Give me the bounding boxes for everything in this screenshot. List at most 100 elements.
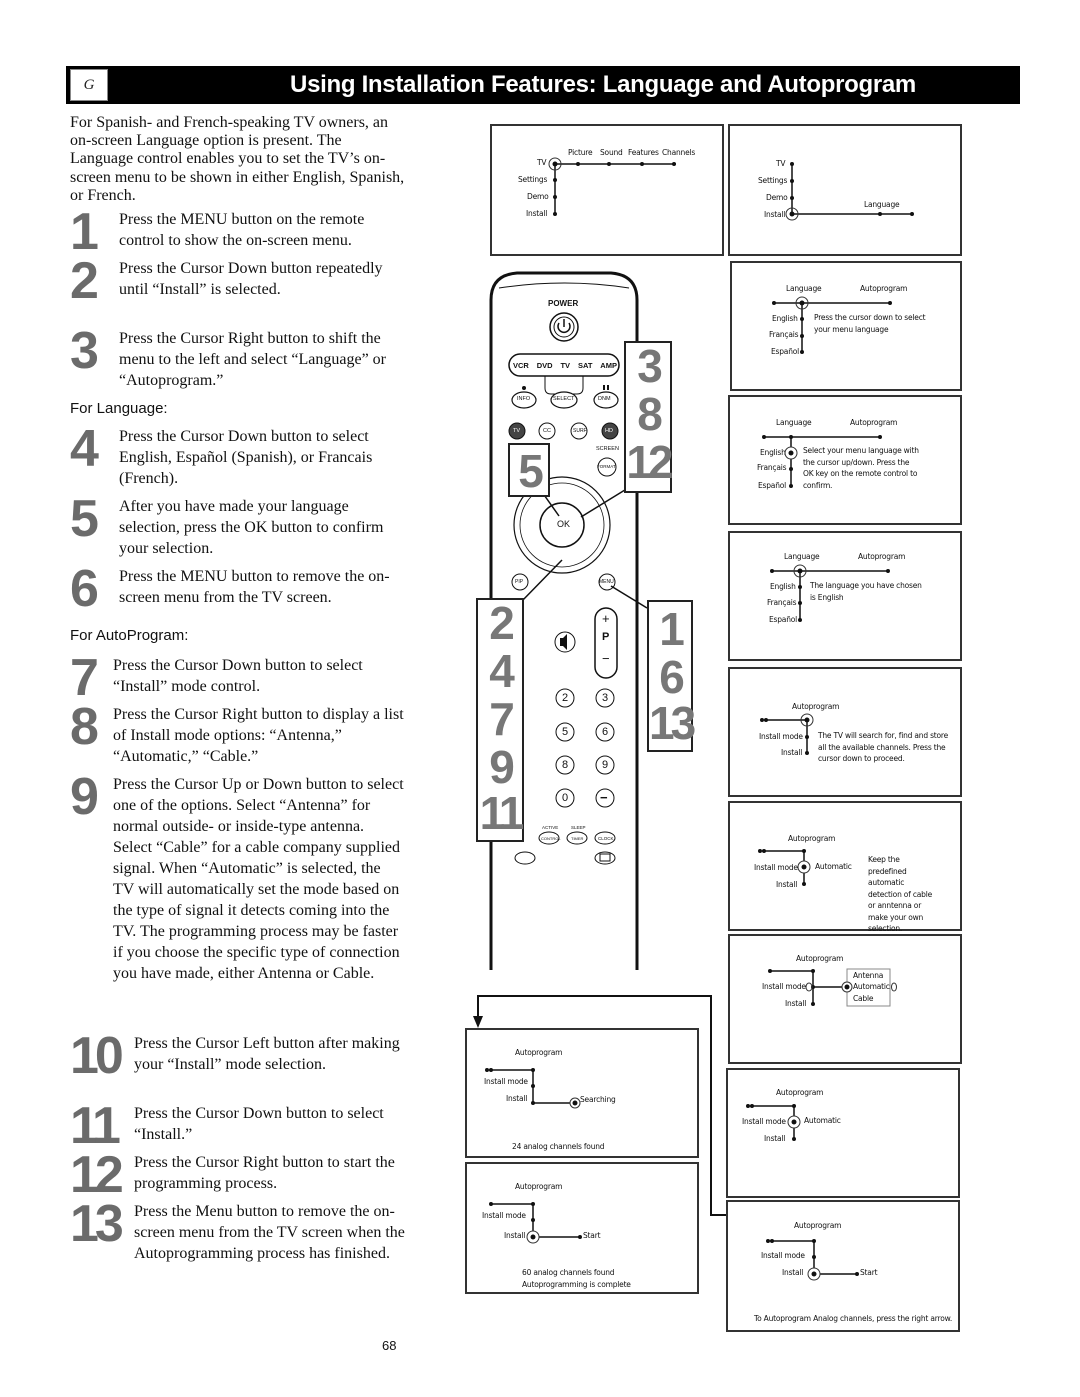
step-7: 7 Press the Cursor Down button to select…	[70, 652, 363, 704]
active-label: ACTIVE	[542, 825, 559, 830]
option-antenna[interactable]: Antenna	[853, 971, 883, 980]
digit-3[interactable]: 3	[602, 692, 608, 704]
flow-connector-arrow	[473, 995, 726, 1216]
menu-item-language: Language	[786, 284, 822, 293]
channels-found-text: 60 analog channels found	[522, 1268, 615, 1277]
menu-item-features: Features	[628, 148, 659, 157]
screen-language-confirmed: Language Autoprogram English Français Es…	[728, 531, 962, 661]
step-text: Press the Cursor Down button to select “…	[134, 1105, 384, 1143]
step-12: 12 Press the Cursor Right button to star…	[70, 1149, 395, 1201]
step-text: Press the Cursor Right button to display…	[113, 706, 404, 765]
source-sat[interactable]: SAT	[578, 361, 592, 370]
select-label[interactable]: SELECT	[553, 396, 574, 402]
menu-item-autoprogram: Autoprogram	[776, 1088, 824, 1097]
callout-step-5: 5	[508, 443, 550, 497]
menu-item-tv: TV	[537, 158, 547, 167]
step-number: 6	[70, 560, 99, 618]
callout-number: 7	[489, 693, 515, 745]
source-vcr[interactable]: VCR	[513, 361, 529, 370]
step-text: Press the Cursor Right button to start t…	[134, 1154, 395, 1192]
step-11: 11 Press the Cursor Down button to selec…	[70, 1097, 384, 1155]
pip-label[interactable]: PIP	[515, 579, 523, 585]
callout-number: 12	[626, 436, 673, 488]
step-text: Press the Cursor Left button after makin…	[134, 1035, 400, 1073]
cc-label[interactable]: CC	[543, 428, 551, 434]
step-number: 9	[70, 768, 99, 826]
surf-label[interactable]: SURF	[573, 428, 587, 434]
step-number: 5	[70, 490, 99, 548]
timer-label[interactable]: TIMER	[571, 836, 583, 841]
format-label[interactable]: FORMAT	[597, 464, 616, 469]
callout-number: 3	[637, 340, 663, 392]
menu-label[interactable]: MENU	[599, 579, 614, 585]
digit-2[interactable]: 2	[562, 692, 568, 704]
option-espanol: Español	[769, 615, 798, 624]
audio-button	[514, 851, 536, 865]
menu-item-autoprogram: Autoprogram	[794, 1221, 842, 1230]
menu-item-autoprogram: Autoprogram	[858, 552, 906, 561]
source-tv[interactable]: TV	[560, 361, 570, 370]
menu-item-install: Install	[782, 1268, 804, 1277]
menu-item-tv: TV	[776, 159, 786, 168]
option-automatic[interactable]: Automatic	[853, 982, 890, 991]
ok-label[interactable]: OK	[557, 519, 570, 529]
option-cable[interactable]: Cable	[853, 994, 873, 1003]
option-francais: Français	[757, 463, 787, 472]
digit-5[interactable]: 5	[562, 726, 568, 738]
digit-9[interactable]: 9	[602, 759, 608, 771]
menu-tree-lines	[768, 968, 897, 1007]
program-label: P	[602, 631, 610, 643]
step-4: 4 Press the Cursor Down button to select…	[70, 420, 372, 487]
screen-label: SCREEN	[596, 446, 619, 452]
callout-number: 9	[489, 741, 515, 793]
digit-0[interactable]: 0	[562, 792, 568, 804]
option-english: English	[760, 448, 786, 457]
sleep-label: SLEEP	[571, 825, 586, 830]
step-number: 11	[70, 1097, 121, 1155]
menu-item-install: Install	[785, 999, 807, 1008]
screen-autoprogram-intro: Autoprogram Install mode Install The TV …	[728, 667, 962, 797]
step-number: 13	[70, 1195, 124, 1253]
section-heading-autoprogram: For AutoProgram:	[70, 627, 189, 644]
step-text: Press the MENU button to remove the on-s…	[119, 568, 390, 606]
page-title: Using Installation Features: Language an…	[290, 71, 916, 98]
menu-item-settings: Settings	[518, 175, 548, 184]
source-amp[interactable]: AMP	[600, 361, 617, 370]
callout-steps-2-4-7-9-11: 2 4 7 9 11	[476, 598, 524, 842]
step-number: 4	[70, 420, 99, 478]
control-label[interactable]: CONTROL	[541, 836, 561, 841]
program-up-label[interactable]: +	[602, 611, 610, 626]
step-number: 8	[70, 698, 99, 756]
menu-item-install-mode: Install mode	[742, 1117, 786, 1126]
page-number: 68	[382, 1338, 397, 1353]
start-option[interactable]: Start	[860, 1268, 878, 1277]
hd-label[interactable]: HD	[605, 428, 613, 434]
option-espanol: Español	[771, 347, 800, 356]
info-label[interactable]: INFO	[517, 396, 530, 402]
pause-icon	[603, 385, 605, 390]
menu-item-language: Language	[784, 552, 820, 561]
tv-label[interactable]: TV	[513, 428, 520, 434]
help-text: Select your menu language with the curso…	[803, 446, 919, 490]
callout-number: 13	[649, 697, 696, 749]
screen-language-menu: Language Autoprogram English Français Es…	[730, 261, 962, 391]
help-text: Keep the predefined automatic detection …	[868, 855, 932, 933]
callout-number: 4	[489, 645, 515, 697]
menu-item-settings: Settings	[758, 176, 788, 185]
step-6: 6 Press the MENU button to remove the on…	[70, 560, 390, 618]
option-francais: Français	[767, 598, 797, 607]
start-option[interactable]: Start	[583, 1231, 601, 1240]
dash-label[interactable]: −	[600, 790, 608, 805]
source-dvd[interactable]: DVD	[537, 361, 553, 370]
menu-item-channels: Channels	[662, 148, 696, 157]
callout-number: 2	[489, 597, 515, 649]
clock-label[interactable]: CLOCK	[598, 836, 614, 841]
program-down-label[interactable]: −	[602, 651, 610, 666]
digit-8[interactable]: 8	[562, 759, 568, 771]
dnm-label[interactable]: DNM	[598, 396, 611, 402]
step-9: 9 Press the Cursor Up or Down button to …	[70, 768, 404, 982]
screen-autoprogram-start: Autoprogram Install mode Install Start T…	[726, 1200, 960, 1332]
callout-number: 1	[659, 603, 685, 655]
intro-paragraph: For Spanish- and French-speaking TV owne…	[70, 114, 405, 204]
digit-6[interactable]: 6	[602, 726, 608, 738]
